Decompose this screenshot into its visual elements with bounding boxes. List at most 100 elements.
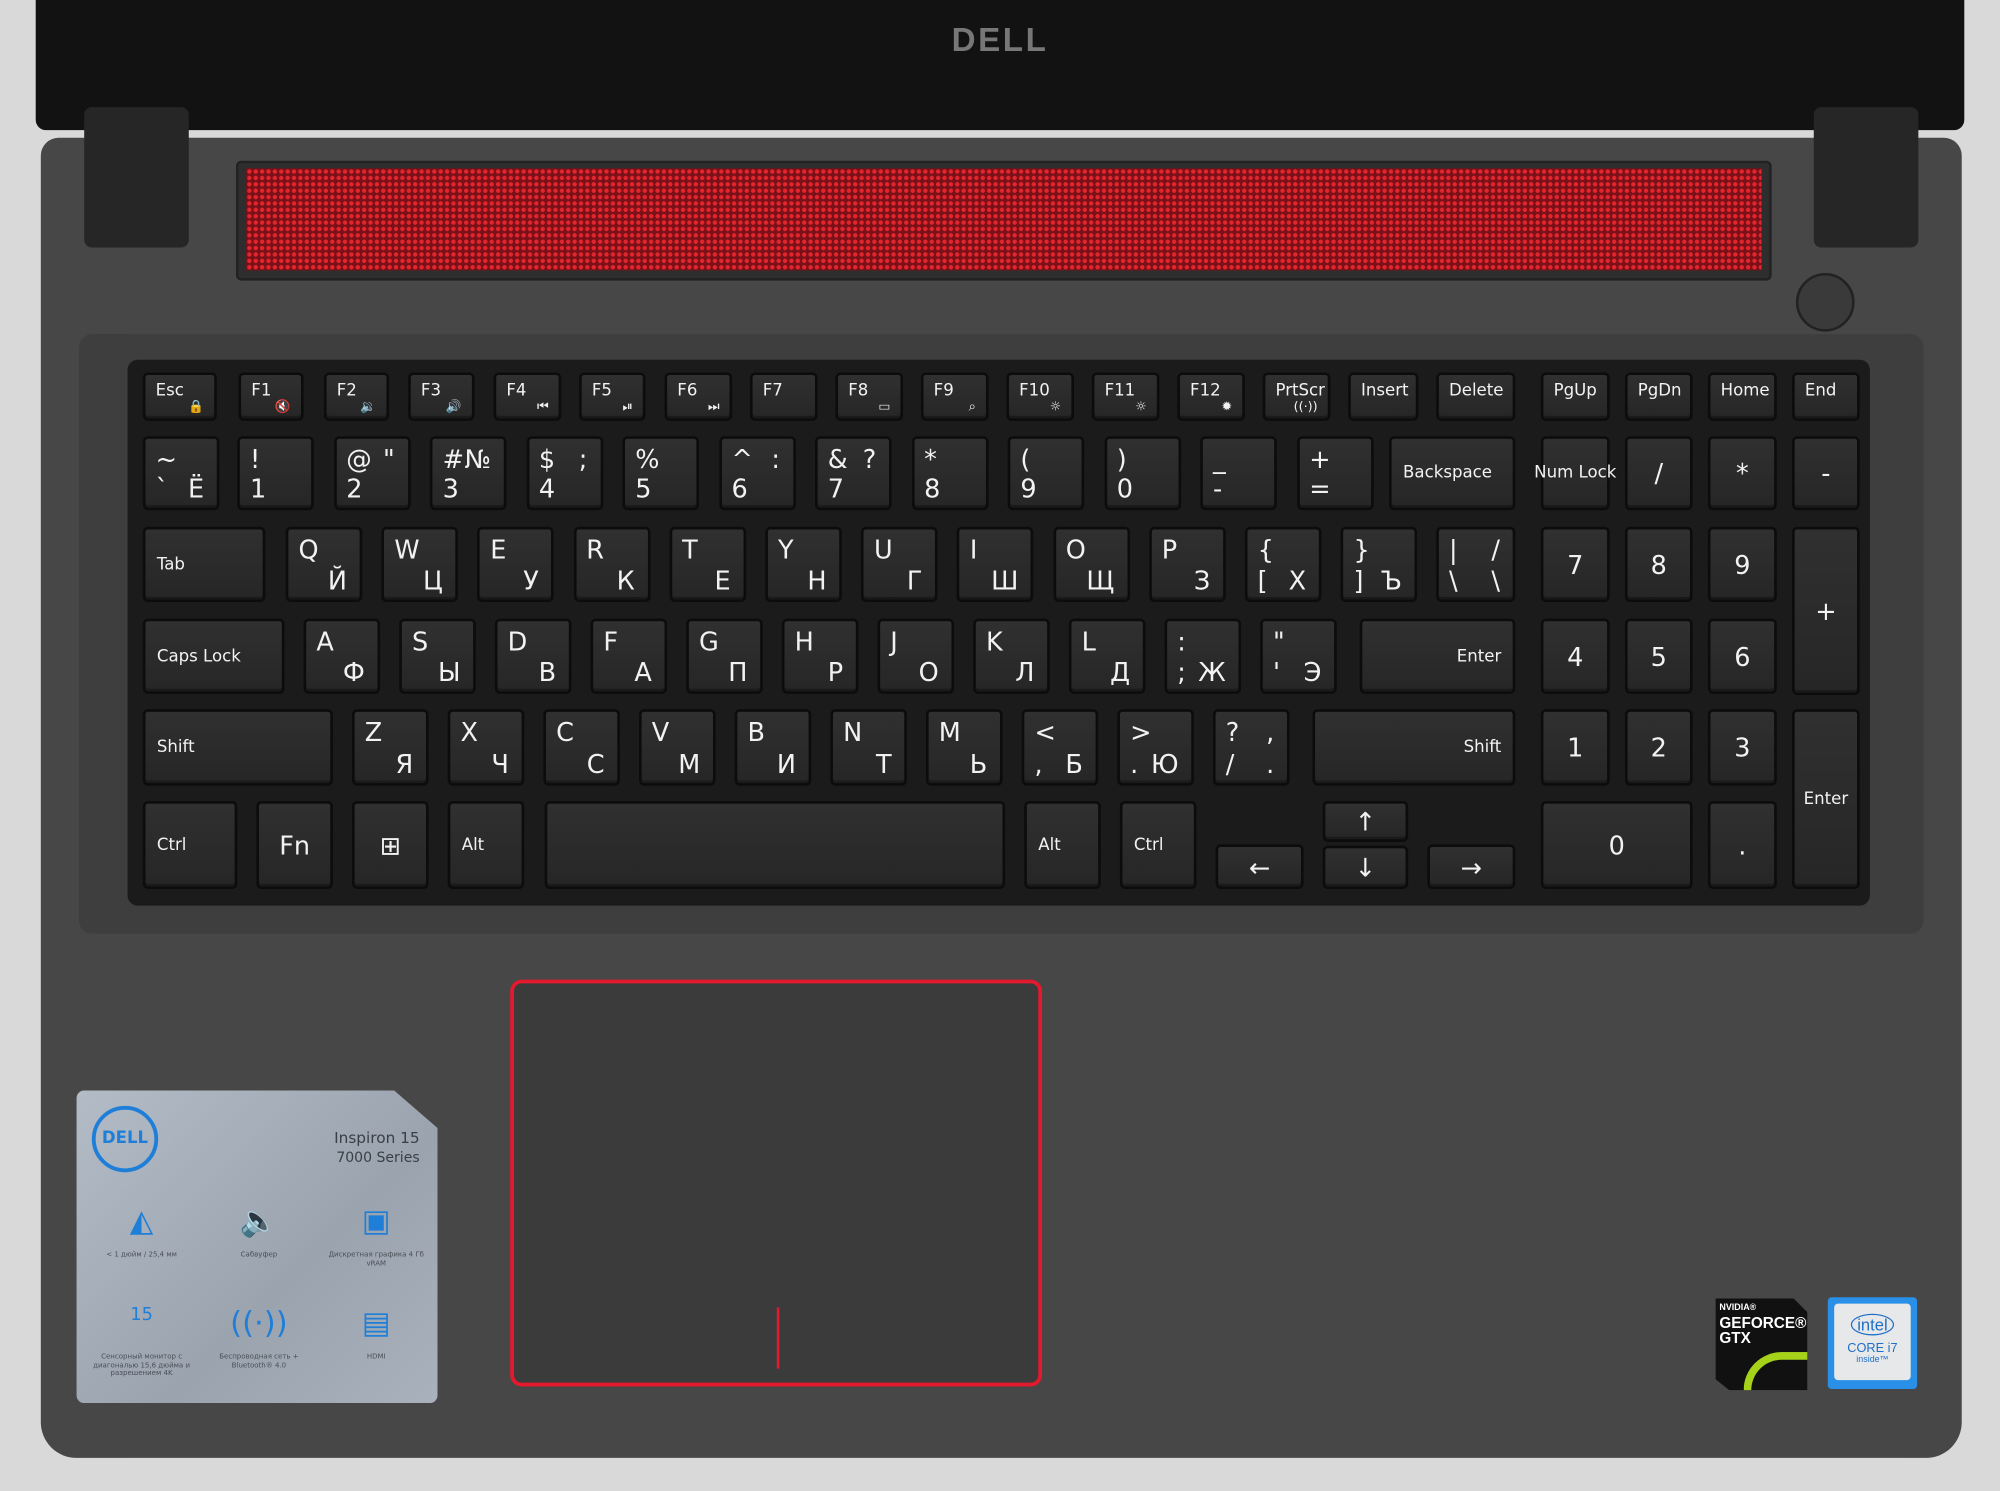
key-shift[interactable]: Shift <box>1312 709 1516 786</box>
key--[interactable]: >. Ю <box>1117 709 1194 786</box>
key-a[interactable]: AФ <box>303 618 381 694</box>
key--[interactable]: / <box>1624 436 1693 511</box>
key--[interactable]: # № 3 <box>429 436 507 511</box>
key-f7[interactable]: F7 <box>749 372 818 421</box>
key-p[interactable]: PЗ <box>1148 526 1226 603</box>
key-alt[interactable]: Alt <box>447 801 525 890</box>
key--[interactable]: (9 <box>1007 436 1085 511</box>
key-f2[interactable]: F2 🔉 <box>323 372 390 421</box>
key-7[interactable]: 7 <box>1540 526 1610 603</box>
key--[interactable]: " ' Э <box>1260 618 1337 694</box>
key-caps-lock[interactable]: Caps Lock <box>142 618 285 694</box>
key-i[interactable]: IШ <box>957 526 1034 603</box>
key-f9[interactable]: F9 ⌕ <box>920 372 989 421</box>
key--[interactable]: $; 4 <box>526 436 603 511</box>
key-s[interactable]: SЫ <box>399 618 476 694</box>
key-alt[interactable]: Alt <box>1024 801 1101 890</box>
key--[interactable]: → <box>1427 844 1516 890</box>
key-0[interactable]: 0 <box>1540 801 1693 890</box>
key-9[interactable]: 9 <box>1707 526 1777 603</box>
key-pgdn[interactable]: PgDn <box>1624 372 1693 421</box>
key-6[interactable]: 6 <box>1707 618 1777 694</box>
key-space[interactable] <box>544 801 1006 890</box>
key-t[interactable]: TЕ <box>669 526 746 603</box>
key-q[interactable]: QЙ <box>285 526 363 603</box>
key-r[interactable]: RК <box>573 526 650 603</box>
key-f3[interactable]: F3 🔊 <box>408 372 475 421</box>
key-z[interactable]: ZЯ <box>352 709 429 786</box>
key--[interactable]: * 8 <box>911 436 988 511</box>
key-u[interactable]: UГ <box>861 526 938 603</box>
key-y[interactable]: YН <box>765 526 842 603</box>
key--[interactable]: ^:6 <box>718 436 796 511</box>
key-1[interactable]: 1 <box>1540 709 1610 786</box>
key--[interactable]: &? 7 <box>815 436 892 511</box>
key--[interactable]: :; Ж <box>1164 618 1242 694</box>
key-delete[interactable]: Delete <box>1436 372 1516 421</box>
key-fn[interactable]: Fn <box>256 801 333 890</box>
key--[interactable]: * <box>1707 436 1777 511</box>
key--[interactable]: ← <box>1215 844 1304 890</box>
key-backspace[interactable]: Backspace <box>1389 436 1516 511</box>
key-f[interactable]: FА <box>590 618 668 694</box>
key-k[interactable]: KЛ <box>973 618 1050 694</box>
key--[interactable]: % 5 <box>622 436 699 511</box>
key--[interactable]: ↑ <box>1322 801 1409 842</box>
key--[interactable]: @ " 2 <box>333 436 411 511</box>
key-f6[interactable]: F6 ⏭ <box>664 372 733 421</box>
key-ctrl[interactable]: Ctrl <box>1119 801 1197 890</box>
key-num-lock[interactable]: Num Lock <box>1534 436 1616 511</box>
key-n[interactable]: NТ <box>830 709 907 786</box>
touchpad[interactable] <box>510 979 1043 1387</box>
key-f11[interactable]: F11 ☼ <box>1091 372 1160 421</box>
key-v[interactable]: VМ <box>639 709 716 786</box>
key--[interactable]: + = <box>1296 436 1374 511</box>
key-d[interactable]: DВ <box>494 618 572 694</box>
key-5[interactable]: 5 <box>1624 618 1693 694</box>
key--[interactable]: ?, /. <box>1213 709 1290 786</box>
key--[interactable]: ⊞ <box>352 801 429 890</box>
key-tab[interactable]: Tab <box>142 526 266 603</box>
key-m[interactable]: MЬ <box>926 709 1003 786</box>
key-shift[interactable]: Shift <box>142 709 333 786</box>
key--[interactable]: ↓ <box>1322 845 1409 890</box>
key--[interactable]: . <box>1707 801 1777 890</box>
key-8[interactable]: 8 <box>1624 526 1693 603</box>
key-h[interactable]: HР <box>781 618 859 694</box>
key-3[interactable]: 3 <box>1707 709 1777 786</box>
key-c[interactable]: CС <box>543 709 620 786</box>
key-insert[interactable]: Insert <box>1348 372 1419 421</box>
key-ctrl[interactable]: Ctrl <box>142 801 238 890</box>
key--[interactable]: ! 1 <box>237 436 314 511</box>
key-x[interactable]: XЧ <box>447 709 525 786</box>
key--[interactable]: }] Ъ <box>1340 526 1418 603</box>
key-e[interactable]: EУ <box>477 526 555 603</box>
key--[interactable]: | / \ \ <box>1436 526 1516 603</box>
key-prtscr[interactable]: PrtScr ((·)) <box>1262 372 1331 421</box>
key--[interactable]: + <box>1792 526 1860 696</box>
power-button[interactable] <box>1795 272 1855 332</box>
key-4[interactable]: 4 <box>1540 618 1610 694</box>
key-o[interactable]: OЩ <box>1053 526 1130 603</box>
key-f10[interactable]: F10 ☼ <box>1006 372 1074 421</box>
key-end[interactable]: End <box>1792 372 1860 421</box>
key-f1[interactable]: F1 🔇 <box>238 372 304 421</box>
key-l[interactable]: LД <box>1068 618 1146 694</box>
key-pgup[interactable]: PgUp <box>1540 372 1610 421</box>
key-home[interactable]: Home <box>1707 372 1777 421</box>
key-enter[interactable]: Enter <box>1792 709 1860 890</box>
key--[interactable]: {[Х <box>1244 526 1322 603</box>
key--[interactable]: _ - <box>1200 436 1277 511</box>
key-g[interactable]: GП <box>686 618 763 694</box>
key--[interactable]: <, Б <box>1021 709 1099 786</box>
key--[interactable]: - <box>1792 436 1860 511</box>
key-enter[interactable]: Enter <box>1359 618 1516 694</box>
key-esc[interactable]: Esc 🔒 <box>142 372 217 421</box>
key-f4[interactable]: F4 ⏮ <box>493 372 562 421</box>
key-j[interactable]: JО <box>877 618 955 694</box>
key-f12[interactable]: F12 ✹ <box>1177 372 1245 421</box>
key-w[interactable]: WЦ <box>381 526 459 603</box>
key-b[interactable]: BИ <box>734 709 812 786</box>
key-f8[interactable]: F8 ▭ <box>835 372 904 421</box>
key-f5[interactable]: F5 ⏯ <box>579 372 646 421</box>
